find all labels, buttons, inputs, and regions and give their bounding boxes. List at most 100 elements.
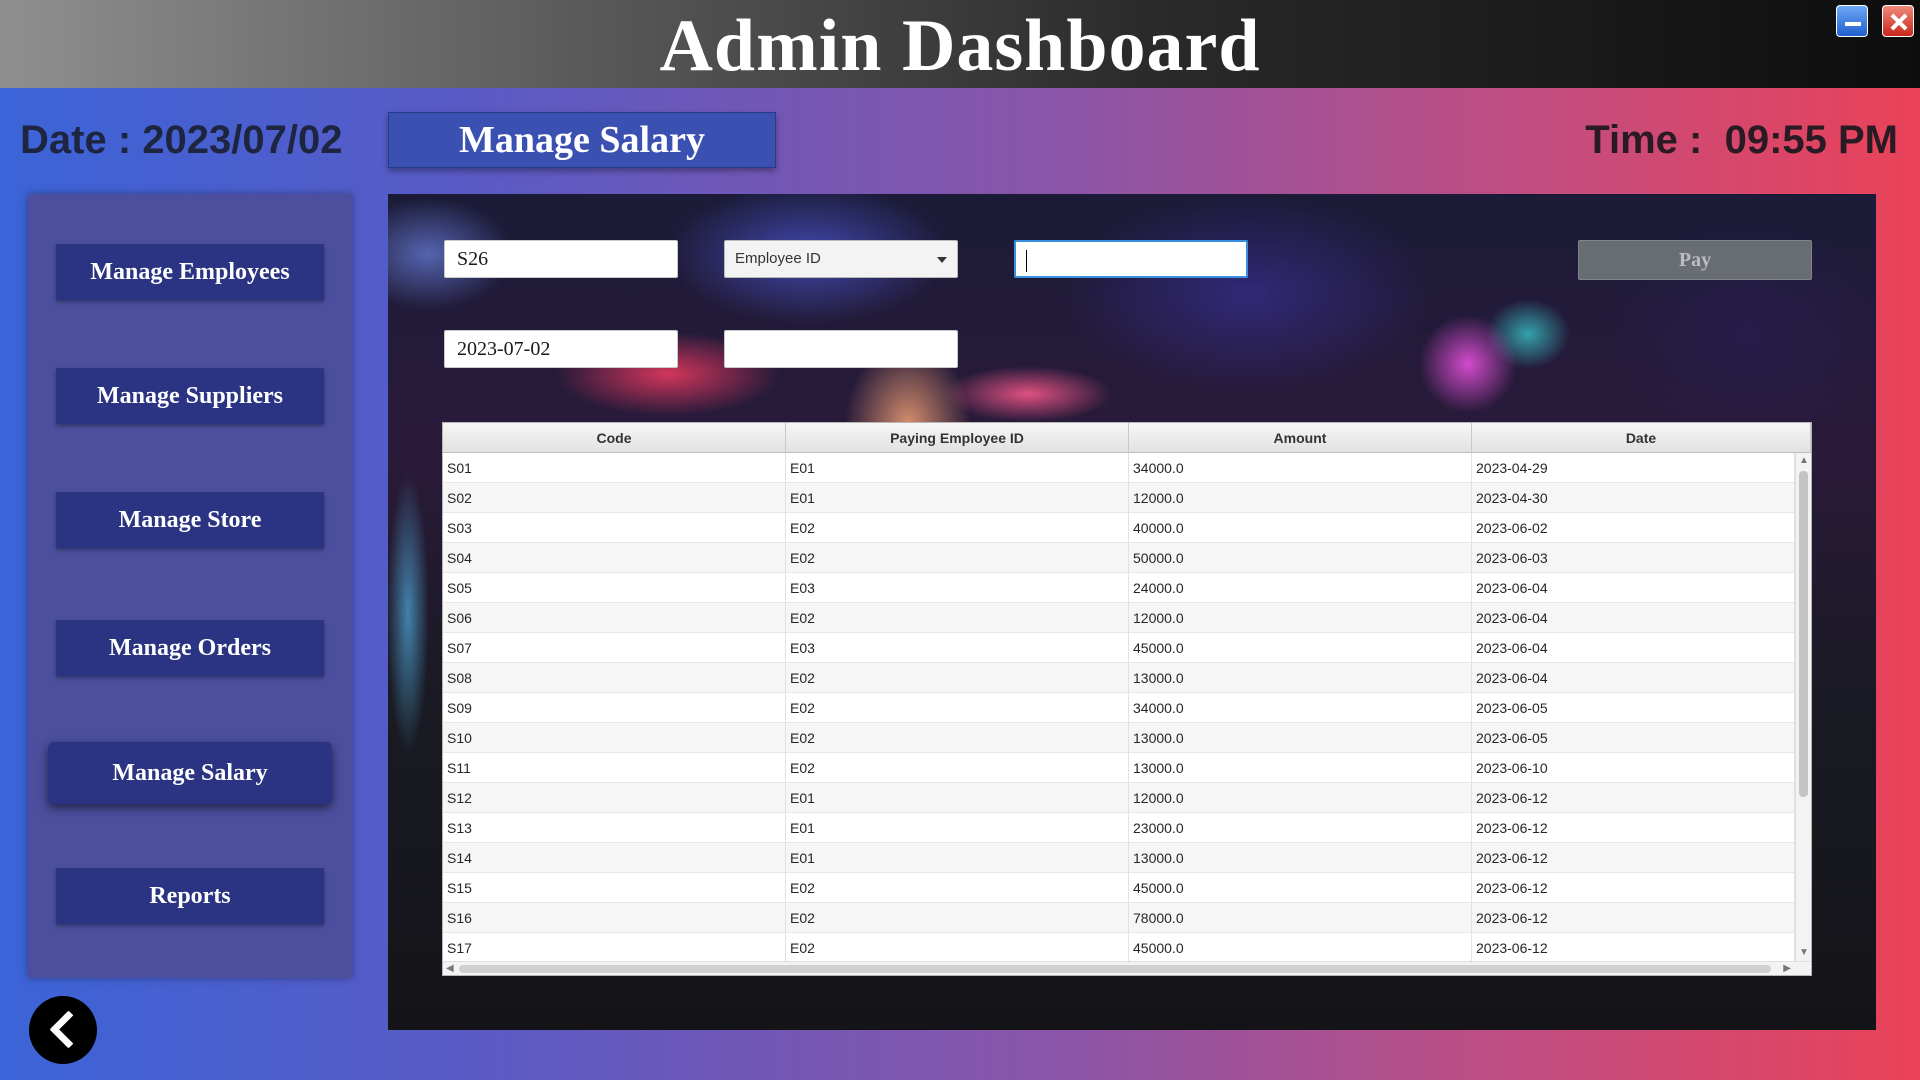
- scroll-up-icon[interactable]: ▲: [1799, 455, 1809, 467]
- title-bar: Admin Dashboard: [0, 0, 1920, 88]
- cell-date: 2023-04-29: [1472, 453, 1795, 483]
- cell-date: 2023-06-02: [1472, 513, 1795, 543]
- cell-amount: 13000.0: [1129, 843, 1472, 873]
- cell-employee-id: E03: [786, 633, 1129, 663]
- cell-employee-id: E02: [786, 543, 1129, 573]
- table-row[interactable]: S09 E02 34000.0 2023-06-05: [443, 693, 1795, 723]
- cell-date: 2023-06-12: [1472, 843, 1795, 873]
- cell-amount: 40000.0: [1129, 513, 1472, 543]
- cell-employee-id: E01: [786, 483, 1129, 513]
- cell-code: S11: [443, 753, 786, 783]
- vertical-scroll-thumb[interactable]: [1799, 471, 1808, 797]
- salary-panel: S26 Employee ID Pay 2023-07-02 Code Payi…: [388, 194, 1876, 1030]
- nav-manage-suppliers-button[interactable]: Manage Suppliers: [56, 368, 324, 424]
- employee-id-select[interactable]: Employee ID: [724, 240, 958, 278]
- table-row[interactable]: S10 E02 13000.0 2023-06-05: [443, 723, 1795, 753]
- salary-date-field[interactable]: 2023-07-02: [444, 330, 678, 368]
- scroll-left-icon[interactable]: ◀: [446, 963, 454, 975]
- column-header-paying-employee-id[interactable]: Paying Employee ID: [786, 423, 1129, 453]
- horizontal-scroll-thumb[interactable]: [459, 965, 1771, 973]
- cell-date: 2023-06-10: [1472, 753, 1795, 783]
- nav-manage-store-button[interactable]: Manage Store: [56, 492, 324, 548]
- cell-date: 2023-06-03: [1472, 543, 1795, 573]
- cell-date: 2023-06-12: [1472, 873, 1795, 903]
- table-row[interactable]: S02 E01 12000.0 2023-04-30: [443, 483, 1795, 513]
- cell-code: S04: [443, 543, 786, 573]
- table-row[interactable]: S08 E02 13000.0 2023-06-04: [443, 663, 1795, 693]
- cell-employee-id: E01: [786, 843, 1129, 873]
- table-body: S01 E01 34000.0 2023-04-29 S02 E01 12000.0 2023…: [443, 453, 1795, 963]
- table-row[interactable]: S12 E01 12000.0 2023-06-12: [443, 783, 1795, 813]
- table-row[interactable]: S04 E02 50000.0 2023-06-03: [443, 543, 1795, 573]
- cell-code: S07: [443, 633, 786, 663]
- cell-amount: 13000.0: [1129, 753, 1472, 783]
- table-row[interactable]: S06 E02 12000.0 2023-06-04: [443, 603, 1795, 633]
- cell-code: S13: [443, 813, 786, 843]
- cell-date: 2023-06-04: [1472, 573, 1795, 603]
- cell-amount: 23000.0: [1129, 813, 1472, 843]
- cell-code: S17: [443, 933, 786, 963]
- table-row[interactable]: S14 E01 13000.0 2023-06-12: [443, 843, 1795, 873]
- cell-code: S12: [443, 783, 786, 813]
- employee-id-select-value: Employee ID: [735, 250, 821, 267]
- cell-code: S08: [443, 663, 786, 693]
- nav-manage-orders-button[interactable]: Manage Orders: [56, 620, 324, 676]
- cell-employee-id: E02: [786, 903, 1129, 933]
- cell-date: 2023-06-04: [1472, 603, 1795, 633]
- cell-date: 2023-06-05: [1472, 693, 1795, 723]
- cell-employee-id: E02: [786, 603, 1129, 633]
- cell-amount: 34000.0: [1129, 693, 1472, 723]
- scroll-down-icon[interactable]: ▼: [1799, 947, 1809, 959]
- cell-employee-id: E02: [786, 663, 1129, 693]
- cell-date: 2023-06-04: [1472, 663, 1795, 693]
- vertical-scrollbar[interactable]: ▲ ▼: [1795, 453, 1811, 961]
- cell-code: S03: [443, 513, 786, 543]
- scroll-right-icon[interactable]: ▶: [1783, 963, 1791, 975]
- amount-input[interactable]: [1014, 240, 1248, 278]
- cell-employee-id: E01: [786, 783, 1129, 813]
- cell-date: 2023-06-05: [1472, 723, 1795, 753]
- nav-manage-salary-button[interactable]: Manage Salary: [48, 742, 332, 804]
- cell-employee-id: E02: [786, 753, 1129, 783]
- table-header: Code Paying Employee ID Amount Date: [443, 423, 1811, 453]
- table-row[interactable]: S16 E02 78000.0 2023-06-12: [443, 903, 1795, 933]
- column-header-date[interactable]: Date: [1472, 423, 1811, 453]
- app-title: Admin Dashboard: [659, 5, 1261, 87]
- cell-code: S09: [443, 693, 786, 723]
- column-header-amount[interactable]: Amount: [1129, 423, 1472, 453]
- nav-reports-button[interactable]: Reports: [56, 868, 324, 924]
- cell-date: 2023-06-12: [1472, 783, 1795, 813]
- cell-code: S10: [443, 723, 786, 753]
- cell-employee-id: E02: [786, 933, 1129, 963]
- cell-employee-id: E01: [786, 453, 1129, 483]
- table-row[interactable]: S13 E01 23000.0 2023-06-12: [443, 813, 1795, 843]
- pay-button[interactable]: Pay: [1578, 240, 1812, 280]
- nav-manage-employees-button[interactable]: Manage Employees: [56, 244, 324, 300]
- salary-extra-field[interactable]: [724, 330, 958, 368]
- table-row[interactable]: S15 E02 45000.0 2023-06-12: [443, 873, 1795, 903]
- close-icon[interactable]: [1882, 5, 1914, 37]
- time-label: Time : 09:55 PM: [1585, 118, 1898, 162]
- cell-code: S15: [443, 873, 786, 903]
- table-row[interactable]: S05 E03 24000.0 2023-06-04: [443, 573, 1795, 603]
- text-caret: [1026, 250, 1027, 273]
- table-row[interactable]: S11 E02 13000.0 2023-06-10: [443, 753, 1795, 783]
- cell-amount: 34000.0: [1129, 453, 1472, 483]
- table-row[interactable]: S03 E02 40000.0 2023-06-02: [443, 513, 1795, 543]
- horizontal-scrollbar[interactable]: ◀ ▶: [443, 961, 1811, 975]
- table-row[interactable]: S07 E03 45000.0 2023-06-04: [443, 633, 1795, 663]
- column-header-code[interactable]: Code: [443, 423, 786, 453]
- cell-amount: 45000.0: [1129, 873, 1472, 903]
- table-row[interactable]: S17 E02 45000.0 2023-06-12: [443, 933, 1795, 963]
- cell-date: 2023-04-30: [1472, 483, 1795, 513]
- back-arrow-icon[interactable]: [29, 996, 97, 1064]
- salary-code-field[interactable]: S26: [444, 240, 678, 278]
- minimize-icon[interactable]: [1836, 5, 1868, 37]
- cell-code: S06: [443, 603, 786, 633]
- cell-code: S16: [443, 903, 786, 933]
- cell-amount: 13000.0: [1129, 663, 1472, 693]
- cell-employee-id: E02: [786, 513, 1129, 543]
- cell-amount: 24000.0: [1129, 573, 1472, 603]
- cell-amount: 12000.0: [1129, 483, 1472, 513]
- table-row[interactable]: S01 E01 34000.0 2023-04-29: [443, 453, 1795, 483]
